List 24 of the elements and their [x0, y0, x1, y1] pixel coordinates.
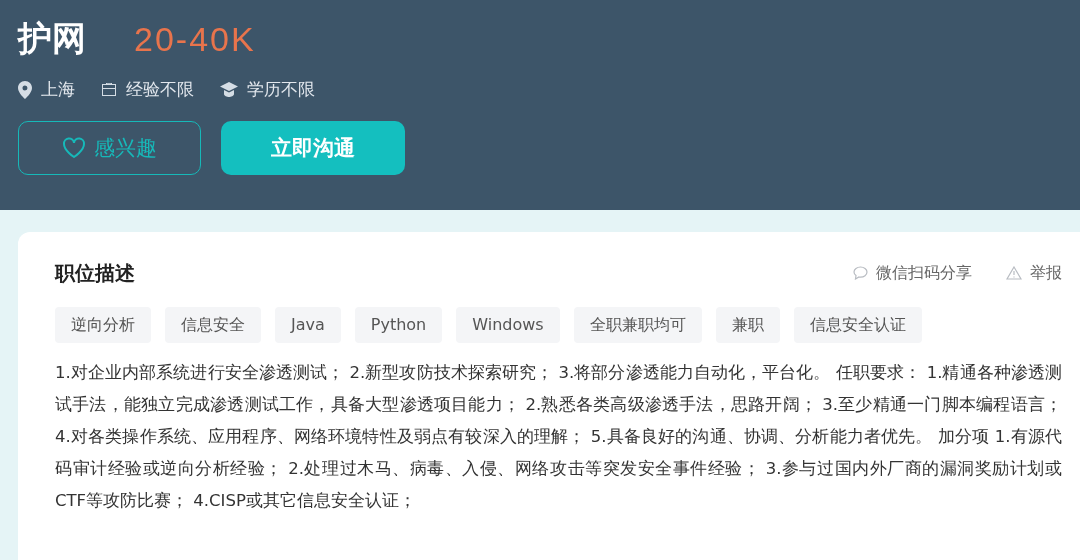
skill-tag: Java — [275, 307, 341, 343]
heart-icon — [62, 137, 86, 159]
job-description: 1.对企业内部系统进行安全渗透测试； 2.新型攻防技术探索研究； 3.将部分渗透能力自动化，平台化。 任职要求： 1.精通各种渗透测试手法，能独立完成渗透测试工作，具备大型渗透项目能力； 2.熟悉各类高级渗透手法，思路开阔； 3.至少精通一门脚本编程语言； 4.对各类操作系统、应用程序、网络环境特性及弱点有较深入的理解； 5.具备良好的沟通、协调、分析能力者优先。 加分项 1.有源代码审计经验或逆向分析经验； 2.处理过木马、病毒、入侵、网络攻击等突发安全事件经验； 3.参与过国内外厂商的漏洞奖励计划或CTF等攻防比赛； 4.CISP或其它信息安全认证； — [55, 362, 1062, 512]
salary: 20-40K — [134, 19, 256, 59]
skill-tag: 信息安全认证 — [793, 307, 922, 343]
skill-tag: Python — [354, 307, 443, 343]
job-requirement: 上海 — [41, 78, 75, 101]
chat-bubble-icon — [853, 266, 868, 280]
skill-tag: Windows — [456, 307, 560, 343]
report-link[interactable]: 举报 — [1006, 262, 1062, 284]
job-requirement: 学历不限 — [247, 78, 315, 101]
share-link[interactable]: 微信扫码分享 — [853, 262, 972, 284]
interest-button[interactable]: 感兴趣 — [18, 121, 201, 175]
skill-tag: 逆向分析 — [55, 307, 151, 343]
section-heading: 职位描述 — [55, 259, 135, 287]
job-requirement: 经验不限 — [126, 78, 194, 101]
skill-tag: 全职兼职均可 — [573, 307, 702, 343]
briefcase-icon — [101, 82, 117, 97]
job-title: 护网 — [18, 17, 86, 60]
skill-tag: 信息安全 — [165, 307, 261, 343]
skill-tag: 兼职 — [715, 307, 780, 343]
graduation-cap-icon — [220, 82, 238, 97]
location-pin-icon — [18, 80, 32, 99]
warning-icon — [1006, 266, 1022, 280]
